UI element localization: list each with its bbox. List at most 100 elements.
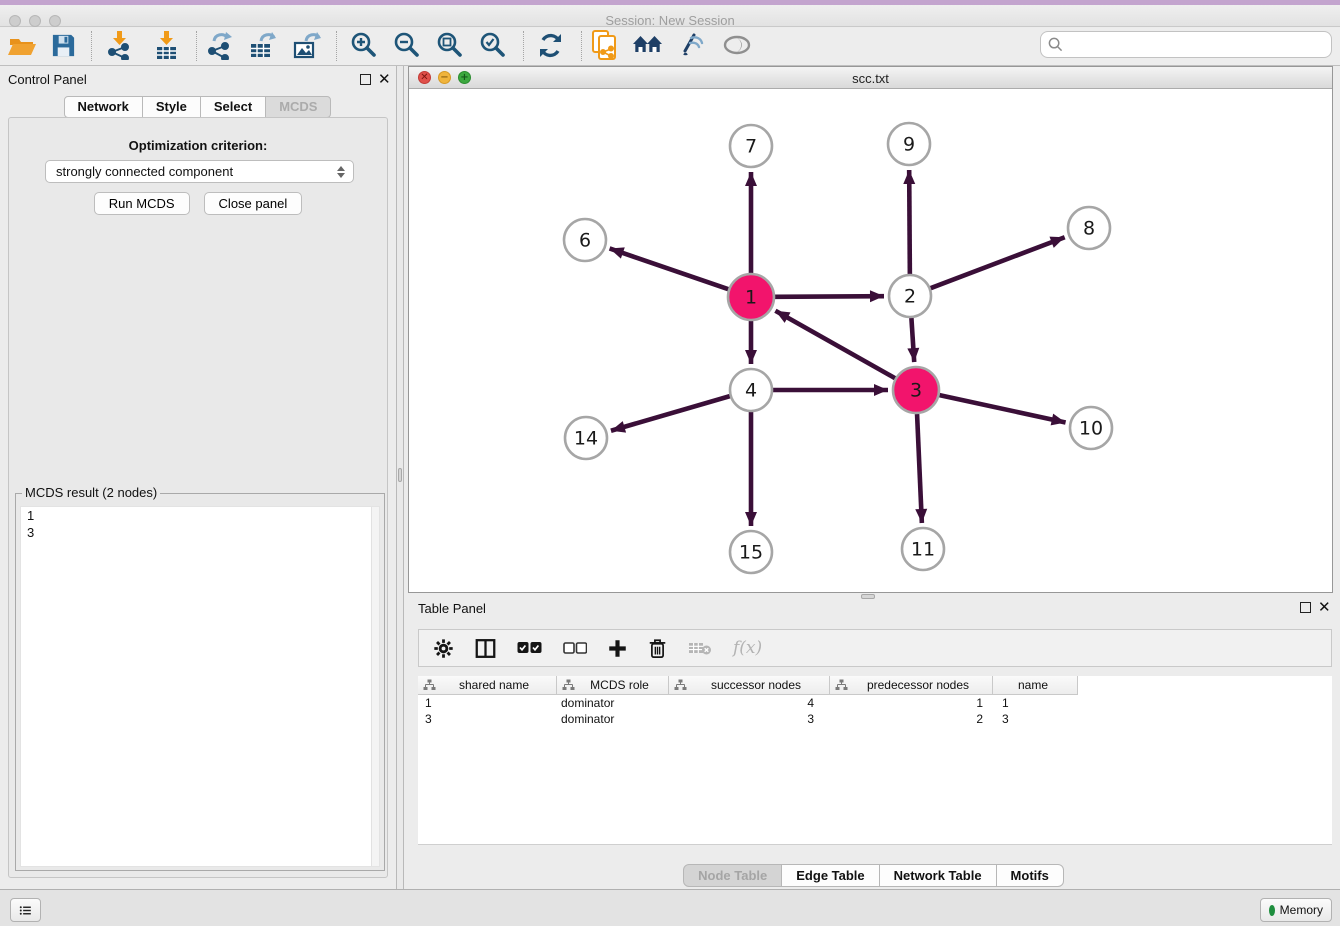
graph-node-14[interactable]: 14 <box>565 417 607 459</box>
column-header-shared-name[interactable]: shared name <box>418 676 557 695</box>
select-all-button[interactable] <box>517 641 542 655</box>
tab-network-table[interactable]: Network Table <box>879 864 997 887</box>
table-cell[interactable]: 1 <box>830 696 993 710</box>
import-table-button[interactable] <box>150 28 182 62</box>
new-network-button[interactable] <box>589 28 621 62</box>
delete-table-button[interactable] <box>688 640 712 656</box>
unchecked-boxes-icon <box>563 642 587 655</box>
graph-node-10[interactable]: 10 <box>1070 407 1112 449</box>
save-session-button[interactable] <box>47 28 79 62</box>
checked-boxes-icon <box>517 641 542 655</box>
graph-edge-2-9[interactable] <box>909 170 910 274</box>
graph-node-6[interactable]: 6 <box>564 219 606 261</box>
column-tree-icon <box>562 679 575 691</box>
search-input[interactable] <box>1068 35 1331 55</box>
hide-details-button[interactable] <box>676 28 708 62</box>
control-panel-float-icon[interactable] <box>360 74 371 85</box>
graph-edge-3-10[interactable] <box>939 395 1065 422</box>
toolbar-separator <box>336 31 337 61</box>
graph-edge-4-14[interactable] <box>611 396 730 431</box>
graph-node-2[interactable]: 2 <box>889 275 931 317</box>
table-cell[interactable]: dominator <box>557 712 669 726</box>
table-panel-title: Table Panel <box>418 601 486 616</box>
column-header-MCDS-role[interactable]: MCDS role <box>557 676 669 695</box>
result-scrollbar[interactable] <box>371 507 379 866</box>
table-cell[interactable]: 3 <box>418 712 557 726</box>
splitter-handle[interactable] <box>861 594 875 599</box>
first-neighbors-button[interactable] <box>632 28 664 62</box>
run-mcds-button[interactable]: Run MCDS <box>94 192 190 215</box>
optimization-criterion-select[interactable]: strongly connected component <box>45 160 354 183</box>
table-cell[interactable]: 3 <box>669 712 830 726</box>
split-panel-button[interactable] <box>475 638 496 659</box>
deselect-all-button[interactable] <box>563 642 587 655</box>
graph-node-8[interactable]: 8 <box>1068 207 1110 249</box>
zoom-fit-button[interactable] <box>433 28 465 62</box>
table-cell[interactable]: 1 <box>418 696 557 710</box>
horizontal-splitter[interactable] <box>408 593 1340 601</box>
toolbar-separator <box>91 31 92 61</box>
column-header-predecessor-nodes[interactable]: predecessor nodes <box>830 676 993 695</box>
vertical-splitter[interactable] <box>396 66 404 889</box>
memory-button[interactable]: Memory <box>1260 898 1332 922</box>
delete-column-button[interactable] <box>648 638 667 659</box>
graph-edge-2-8[interactable] <box>931 237 1065 288</box>
graph-node-15[interactable]: 15 <box>730 531 772 573</box>
table-cell[interactable]: 3 <box>993 712 1078 726</box>
table-settings-button[interactable] <box>433 638 454 659</box>
table-panel-float-icon[interactable] <box>1300 602 1311 613</box>
network-window-titlebar[interactable]: ✕ − + scc.txt <box>409 67 1332 89</box>
table-panel-close-icon[interactable]: ✕ <box>1318 602 1331 613</box>
table-cell[interactable]: 1 <box>993 696 1078 710</box>
graph-node-4[interactable]: 4 <box>730 369 772 411</box>
export-table-button[interactable] <box>246 28 278 62</box>
import-network-button[interactable] <box>103 28 135 62</box>
close-panel-button[interactable]: Close panel <box>204 192 303 215</box>
add-column-button[interactable] <box>608 639 627 658</box>
tab-mcds[interactable]: MCDS <box>265 96 331 118</box>
open-session-button[interactable] <box>6 28 38 62</box>
export-image-button[interactable] <box>290 28 322 62</box>
tab-style[interactable]: Style <box>142 96 201 118</box>
memory-label: Memory <box>1280 903 1323 917</box>
table-cell[interactable]: dominator <box>557 696 669 710</box>
svg-text:15: 15 <box>739 542 763 564</box>
graph-edge-1-6[interactable] <box>610 248 729 289</box>
control-panel-close-icon[interactable]: ✕ <box>378 74 391 85</box>
refresh-layout-button[interactable] <box>534 28 566 62</box>
tab-node-table[interactable]: Node Table <box>683 864 782 887</box>
graph-edge-2-3[interactable] <box>911 318 914 362</box>
search-icon <box>1048 37 1063 52</box>
table-cell[interactable]: 2 <box>830 712 993 726</box>
graph-node-9[interactable]: 9 <box>888 123 930 165</box>
function-builder-button[interactable]: f(x) <box>733 638 762 658</box>
mcds-result-text[interactable]: 13 <box>20 506 380 867</box>
graph-node-11[interactable]: 11 <box>902 528 944 570</box>
column-header-name[interactable]: name <box>993 676 1078 695</box>
graph-edge-3-1[interactable] <box>775 311 895 378</box>
search-field[interactable] <box>1040 31 1332 58</box>
splitter-handle[interactable] <box>398 468 402 482</box>
table-row[interactable]: 1dominator411 <box>418 695 1332 711</box>
tab-network[interactable]: Network <box>64 96 143 118</box>
graph-node-3[interactable]: 3 <box>893 367 939 413</box>
zoom-in-button[interactable] <box>347 28 379 62</box>
tab-edge-table[interactable]: Edge Table <box>781 864 879 887</box>
export-network-button[interactable] <box>203 28 235 62</box>
zoom-fit-icon <box>435 31 463 59</box>
zoom-selected-button[interactable] <box>476 28 508 62</box>
graph-node-7[interactable]: 7 <box>730 125 772 167</box>
table-row[interactable]: 3dominator323 <box>418 711 1332 727</box>
tab-select[interactable]: Select <box>200 96 266 118</box>
graph-edge-1-2[interactable] <box>775 296 884 297</box>
save-icon <box>50 32 77 59</box>
graph-node-1[interactable]: 1 <box>728 274 774 320</box>
tab-motifs[interactable]: Motifs <box>996 864 1064 887</box>
column-header-successor-nodes[interactable]: successor nodes <box>669 676 830 695</box>
network-canvas[interactable]: 7 9 6 8 1 2 4 3 14 10 15 11 <box>409 89 1332 592</box>
task-history-button[interactable] <box>10 898 41 922</box>
zoom-out-button[interactable] <box>390 28 422 62</box>
show-graphics-button[interactable] <box>721 28 753 62</box>
graph-edge-3-11[interactable] <box>917 414 922 523</box>
table-cell[interactable]: 4 <box>669 696 830 710</box>
